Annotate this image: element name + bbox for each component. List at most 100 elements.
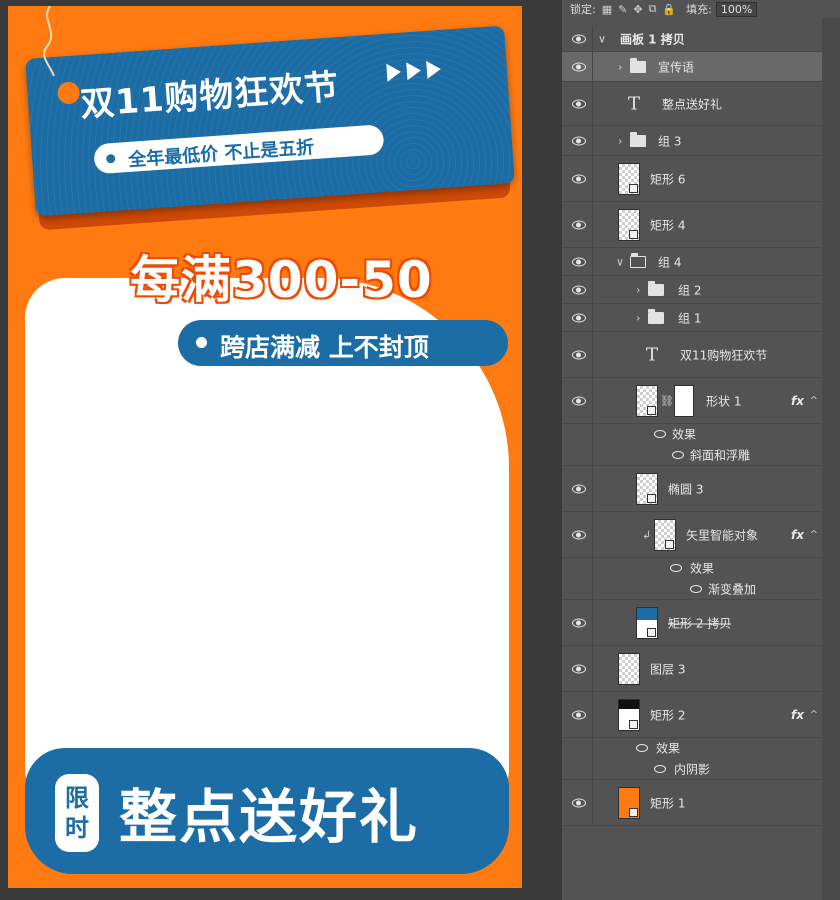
visibility-eye-icon[interactable] [572,34,586,43]
effects-label: 效果 [672,427,697,442]
visibility-eye-icon[interactable] [572,220,586,229]
layer-name: 椭圆 3 [668,482,704,496]
layer-row-rect2[interactable]: 矩形 2 fx ^ [562,692,822,738]
layer-row-group4[interactable]: ∨ 组 4 [562,248,822,276]
visibility-eye-icon[interactable] [654,764,666,773]
chevron-up-icon[interactable]: ^ [810,709,818,720]
layer-row-rect2-copy[interactable]: 矩形 2 拷贝 [562,600,822,646]
mask-thumbnail[interactable] [674,384,694,417]
lock-move-icon[interactable]: ✥ [633,3,642,16]
visibility-eye-icon[interactable] [572,136,586,145]
promo-headline: 每满300-50 [130,251,433,309]
layer-row-smart-object[interactable]: ↲ 矢里智能对象 fx ^ [562,512,822,558]
visibility-eye-icon[interactable] [572,313,586,322]
badge-char-2: 时 [65,814,89,842]
visibility-eye-icon[interactable] [572,618,586,627]
visibility-eye-icon[interactable] [672,450,684,459]
layer-name: 画板 1 拷贝 [620,32,685,46]
visibility-eye-icon[interactable] [572,350,586,359]
visibility-eye-icon[interactable] [670,564,682,572]
layer-row-artboard[interactable]: ∨ 画板 1 拷贝 [562,26,822,52]
artboard-preview[interactable]: 双11购物狂欢节 全年最低价 不止是五折 每满300-50 跨店满减 上不封顶 … [8,6,522,888]
effects-row[interactable]: 效果 [562,424,822,444]
lock-paint-icon[interactable]: ✎ [618,3,627,16]
folder-icon [630,131,646,147]
layer-thumbnail [618,208,640,241]
layer-row-text-title[interactable]: T 双11购物狂欢节 [562,332,822,378]
lock-transparent-icon[interactable]: ▦ [602,3,612,16]
chevron-right-icon[interactable]: › [636,311,640,324]
layer-thumbnail [618,162,640,195]
chevron-up-icon[interactable]: ^ [810,529,818,540]
layer-row-rect4[interactable]: 矩形 4 [562,202,822,248]
chevron-down-icon[interactable]: ∨ [616,255,624,268]
visibility-eye-icon[interactable] [572,530,586,539]
visibility-eye-icon[interactable] [572,798,586,807]
layer-name: 形状 1 [706,394,742,408]
fx-icon[interactable]: fx [791,394,804,408]
visibility-eye-icon[interactable] [572,710,586,719]
layer-name: 矩形 2 [650,708,686,722]
visibility-eye-icon[interactable] [654,430,666,438]
effect-row-bevel[interactable]: 斜面和浮雕 [562,444,822,466]
pill-dot-icon [105,153,116,164]
limited-time-badge: 限 时 [55,774,99,852]
fill-input[interactable]: 100% [715,1,758,17]
hang-tag: 双11购物狂欢节 全年最低价 不止是五折 [25,25,515,217]
pill-dot-icon [196,337,207,348]
lock-label: 锁定: [570,3,596,16]
panel-scrollbar[interactable] [822,18,840,900]
chevron-right-icon[interactable]: › [618,134,622,147]
effects-row[interactable]: 效果 [562,738,822,758]
layer-name: 宣传语 [658,60,695,74]
chevron-up-icon[interactable]: ^ [810,395,818,406]
link-icon[interactable]: ⛓ [660,394,674,407]
visibility-eye-icon[interactable] [636,744,648,752]
layer-row-text-gift[interactable]: T 整点送好礼 [562,82,822,126]
effects-label: 效果 [690,561,715,576]
layer-row-ellipse3[interactable]: 椭圆 3 [562,466,822,512]
tag-title: 双11购物狂欢节 [79,67,341,126]
visibility-eye-icon[interactable] [572,484,586,493]
layer-thumbnail [618,786,640,819]
visibility-eye-icon[interactable] [572,285,586,294]
visibility-eye-icon[interactable] [572,99,586,108]
layer-row-shape1[interactable]: ⛓ 形状 1 fx ^ [562,378,822,424]
layer-name: 矩形 4 [650,218,686,232]
effects-row[interactable]: 效果 [562,558,822,578]
chevron-down-icon[interactable]: ∨ [598,32,606,45]
visibility-eye-icon[interactable] [690,584,702,593]
layer-thumbnail [654,518,676,551]
layer-thumbnail [636,384,658,417]
layer-row-group1[interactable]: › 组 1 [562,304,822,332]
canvas-area[interactable]: 双11购物狂欢节 全年最低价 不止是五折 每满300-50 跨店满减 上不封顶 … [0,0,562,900]
fx-icon[interactable]: fx [791,528,804,542]
lock-all-icon[interactable]: 🔒 [662,3,676,16]
bottom-banner: 限 时 整点送好礼 [25,748,509,874]
visibility-eye-icon[interactable] [572,62,586,71]
layer-row-rect6[interactable]: 矩形 6 [562,156,822,202]
promo-pill-text: 跨店满减 上不封顶 [220,333,429,362]
text-layer-icon: T [628,93,641,114]
chevron-right-icon[interactable]: › [618,60,622,73]
effect-name: 渐变叠加 [708,582,757,596]
lock-artboard-icon[interactable]: ⧉ [649,2,657,16]
layer-row-rect1[interactable]: 矩形 1 [562,780,822,826]
visibility-eye-icon[interactable] [572,257,586,266]
chevron-right-icon[interactable]: › [636,283,640,296]
layer-row-group2[interactable]: › 组 2 [562,276,822,304]
folder-open-icon [630,252,646,268]
layer-row-group3[interactable]: › 组 3 [562,126,822,156]
effect-row-gradient[interactable]: 渐变叠加 [562,578,822,600]
layer-row-layer3[interactable]: 图层 3 [562,646,822,692]
layer-row-promo-group[interactable]: › 宣传语 [562,52,822,82]
layers-toolbar: 锁定: ▦ ✎ ✥ ⧉ 🔒 填充: 100% [562,0,840,18]
tag-string-icon [43,6,55,77]
visibility-eye-icon[interactable] [572,664,586,673]
fx-icon[interactable]: fx [791,708,804,722]
bottom-banner-text: 整点送好礼 [119,783,420,851]
visibility-eye-icon[interactable] [572,174,586,183]
effect-row-inner-shadow[interactable]: 内阴影 [562,758,822,780]
play-arrows-icon [386,59,442,82]
visibility-eye-icon[interactable] [572,396,586,405]
